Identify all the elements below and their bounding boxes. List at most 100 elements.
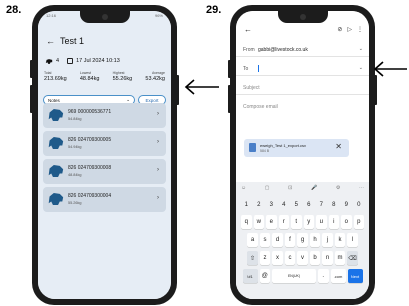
animal-tag: 826 024709300004 [68, 193, 112, 199]
key[interactable]: v [297, 251, 308, 265]
key[interactable]: 6 [304, 198, 315, 212]
key[interactable]: k [334, 233, 346, 247]
key[interactable]: 4 [279, 198, 290, 212]
key[interactable]: b [309, 251, 321, 265]
key[interactable]: x [272, 251, 283, 265]
symbols-key[interactable]: !#1 [242, 269, 258, 283]
key[interactable]: 1 [241, 198, 252, 212]
status-time: 12:16 [46, 13, 57, 18]
back-arrow-icon[interactable]: ← [46, 36, 55, 46]
key[interactable]: m [334, 251, 346, 265]
weigh-session-screen: 12:16 96% ← Test 1 4 17 Jul 2024 10:13 T… [38, 11, 171, 299]
stat-average: Average 53.42kg [145, 71, 165, 82]
key[interactable]: e [266, 215, 277, 229]
key[interactable]: y [303, 215, 314, 229]
key[interactable]: i [328, 215, 339, 229]
animal-count: 4 [56, 58, 60, 64]
cow-icon [48, 109, 64, 121]
keyboard-toolbar: ☺ ▢ ⊡ 🎤 ⚙ ⋯ [241, 185, 364, 191]
to-field[interactable]: To ⌄ [236, 62, 369, 76]
to-label: To [243, 66, 249, 72]
key[interactable]: p [353, 215, 364, 229]
chevron-right-icon: › [157, 139, 159, 145]
screen-right: ← ⊘ ▷ ⋮ From gabbi@livestock.co.uk ⌄ To … [236, 11, 369, 299]
animal-tag: 969 000000536771 [68, 109, 112, 115]
file-icon [249, 143, 256, 152]
key[interactable]: w [253, 215, 264, 229]
mic-icon[interactable]: 🎤 [311, 185, 317, 191]
from-label: From [243, 47, 255, 53]
space-key[interactable]: EN(UK) [272, 269, 316, 283]
list-item[interactable]: 969 000000536771 54.84kg › [43, 103, 166, 128]
key[interactable]: g [297, 233, 308, 247]
pointer-arrow-left [184, 79, 219, 95]
key[interactable]: r [278, 215, 289, 229]
backspace-key[interactable]: ⌫ [347, 251, 358, 265]
dotcom-key[interactable]: .com [330, 269, 346, 283]
key[interactable]: 0 [354, 198, 365, 212]
key[interactable]: s [259, 233, 271, 247]
key[interactable]: q [241, 215, 252, 229]
subject-field[interactable]: Subject [236, 81, 369, 95]
next-key[interactable]: Next [347, 269, 363, 283]
list-item[interactable]: 826 024709300004 55.26kg › [43, 187, 166, 212]
more-icon[interactable]: ⋮ [357, 26, 363, 33]
attachment-chip[interactable]: eweigh_Test 1_export.csv 584 B ✕ [244, 139, 349, 157]
compose-toolbar: ← ⊘ ▷ ⋮ [236, 25, 369, 37]
send-icon[interactable]: ▷ [347, 26, 352, 33]
chevron-right-icon: › [157, 111, 159, 117]
animal-weight: 54.84kg [68, 117, 82, 121]
animal-weight: 54.94kg [68, 145, 82, 149]
at-key[interactable]: @ [259, 269, 270, 283]
text-cursor [258, 65, 259, 72]
animal-tag: 826 024709300005 [68, 137, 112, 143]
from-value: gabbi@livestock.co.uk [258, 47, 308, 53]
key[interactable]: f [284, 233, 296, 247]
sticker-icon[interactable]: ▢ [265, 185, 270, 191]
weight-stats: Total 213.69kg Lowest 48.84kg Highest 55.26… [44, 71, 165, 82]
clipboard-icon[interactable]: ⊡ [288, 185, 292, 191]
shift-key[interactable]: ⇧ [247, 251, 258, 265]
battery-level: 96% [154, 13, 163, 18]
key[interactable]: t [291, 215, 302, 229]
cow-icon [45, 58, 53, 64]
key[interactable]: a [247, 233, 258, 247]
list-item[interactable]: 826 024709300008 48.84kg › [43, 159, 166, 184]
key[interactable]: l [347, 233, 358, 247]
key[interactable]: 2 [254, 198, 265, 212]
cow-icon [48, 165, 64, 177]
back-arrow-icon[interactable]: ← [244, 25, 252, 34]
key[interactable]: 8 [329, 198, 340, 212]
key[interactable]: j [322, 233, 333, 247]
compose-body[interactable]: Compose email [236, 100, 369, 114]
key[interactable]: n [322, 251, 333, 265]
key[interactable]: 7 [316, 198, 327, 212]
step-number-28: 28. [6, 4, 22, 16]
key[interactable]: 9 [341, 198, 352, 212]
key[interactable]: u [316, 215, 327, 229]
key[interactable]: h [309, 233, 321, 247]
session-info-row: 4 17 Jul 2024 10:13 [45, 56, 164, 66]
close-icon[interactable]: ✕ [335, 142, 342, 151]
keyboard-row-4: !#1 @ EN(UK) . .com Next [239, 269, 366, 283]
from-field[interactable]: From gabbi@livestock.co.uk ⌄ [236, 43, 369, 57]
phone-frame-left: 12:16 96% ← Test 1 4 17 Jul 2024 10:13 T… [30, 5, 179, 305]
more-icon[interactable]: ⋯ [359, 185, 364, 191]
dot-key[interactable]: . [318, 269, 329, 283]
step-number-29: 29. [206, 4, 222, 16]
stat-lowest: Lowest 48.84kg [79, 71, 100, 82]
key[interactable]: 5 [291, 198, 302, 212]
emoji-icon[interactable]: ☺ [241, 185, 246, 191]
key[interactable]: z [259, 251, 271, 265]
chevron-down-icon: ⌄ [358, 46, 363, 52]
calendar-icon [67, 58, 74, 64]
list-item[interactable]: 826 024709300005 54.94kg › [43, 131, 166, 156]
key[interactable]: o [341, 215, 352, 229]
phone-frame-right: ← ⊘ ▷ ⋮ From gabbi@livestock.co.uk ⌄ To … [228, 5, 377, 305]
stat-total: Total 213.69kg [44, 71, 67, 82]
attach-icon[interactable]: ⊘ [337, 26, 342, 33]
key[interactable]: 3 [266, 198, 277, 212]
key[interactable]: c [284, 251, 296, 265]
settings-icon[interactable]: ⚙ [336, 185, 340, 191]
key[interactable]: d [272, 233, 283, 247]
